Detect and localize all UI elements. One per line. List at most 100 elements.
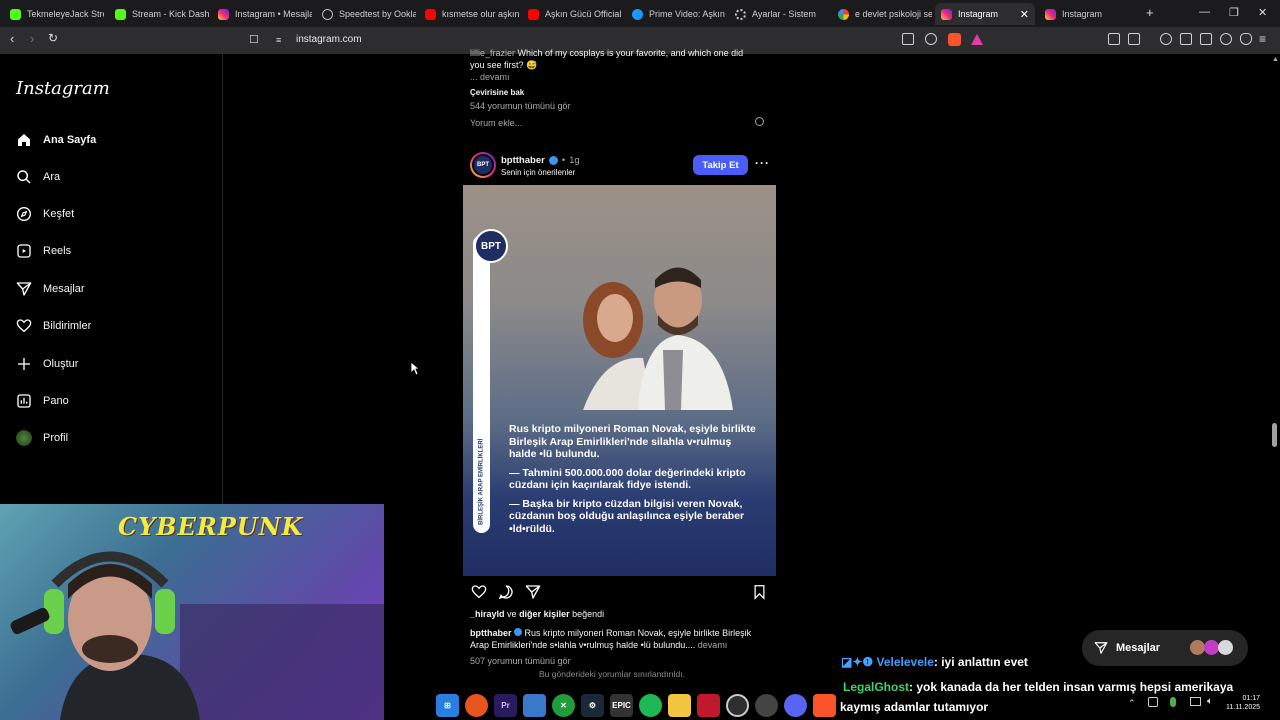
browser-tab[interactable]: Instagram [1039,3,1139,25]
browser-tab-active[interactable]: Instagram ✕ [935,3,1035,25]
desktop-icon[interactable] [523,693,546,717]
messages-pill[interactable]: Mesajlar [1082,630,1248,666]
post-username[interactable]: bptthaber [501,155,545,166]
browser-tab[interactable]: Aşkın Gücü Official [522,3,622,25]
files-icon[interactable] [668,693,691,717]
back-icon[interactable]: ‹ [10,31,14,46]
more-options-icon[interactable]: ··· [755,156,770,170]
close-window-icon[interactable]: ✕ [1258,6,1267,19]
premiere-icon[interactable]: Pr [494,693,517,717]
app-icon[interactable] [697,693,720,717]
post-image[interactable]: BİRLEŞİK ARAP EMİRLİKLERİ BPT Rus kripto… [463,185,776,576]
screenshot-icon[interactable] [1128,33,1140,45]
nav-search[interactable]: Ara [16,169,60,185]
vpn-shield-icon[interactable] [1240,33,1252,45]
menu-icon[interactable]: ≡ [1259,32,1266,46]
brave-shields-icon[interactable] [948,33,961,46]
sidebar-toggle-icon[interactable] [1180,33,1192,45]
post-caption: bptthaber Rus kripto milyoneri Roman Nov… [470,628,752,650]
like-heart-icon[interactable] [471,584,487,600]
taskbar: ⊞ Pr ✕ ⚙ EPIC [436,692,836,718]
save-bookmark-icon[interactable] [752,584,767,600]
tray-expand-icon[interactable]: ⌃ [1128,698,1136,709]
brave-icon[interactable] [813,693,836,717]
browser-tab[interactable]: e devlet psikoloji se [832,3,932,25]
scroll-up-icon[interactable]: ▲ [1272,56,1279,63]
volume-icon[interactable]: 🔈︎ [1207,696,1213,707]
share-icon[interactable] [925,33,937,45]
forward-icon[interactable]: › [30,31,34,46]
nav-profile[interactable]: Profil [16,430,68,446]
extensions-icon[interactable] [1108,33,1120,45]
plus-icon [18,358,30,370]
media-icon[interactable] [1160,33,1172,45]
network-icon[interactable] [1190,697,1201,706]
close-tab-icon[interactable]: ✕ [1020,8,1029,21]
messages-icon [1094,642,1108,654]
nav-explore[interactable]: Keşfet [16,206,74,222]
bookmark-icon[interactable]: ☐ [249,33,259,46]
chat-message: kaymış adamlar tutamıyor [840,700,989,714]
browser-tab[interactable]: Ayarlar - Sistem [729,3,829,25]
instagram-icon [218,8,229,20]
webcam-overlay: CYBERPUNK [0,504,384,720]
browser-tab[interactable]: Stream - Kick Dashb [109,3,209,25]
dashboard-icon [17,394,31,408]
chrome-icon[interactable] [755,693,778,717]
browser-tab[interactable]: Instagram • Mesajla [212,3,312,25]
browser-tab[interactable]: Prime Video: Aşkın [626,3,726,25]
mouse-cursor-icon [410,361,420,376]
instagram-icon [941,8,952,20]
obs-icon[interactable] [726,693,749,717]
tray-app-icon[interactable] [1148,697,1158,707]
epic-icon[interactable]: EPIC [610,693,633,717]
prev-post-more-link[interactable]: ... devamı [470,72,510,82]
verified-badge-icon [548,156,558,165]
avatar [1190,640,1205,655]
chat-message: LegalGhost: yok kanada da her telden ins… [843,680,1234,694]
nav-dashboard[interactable]: Pano [16,393,69,409]
emoji-icon[interactable] [755,117,764,126]
spotify-icon[interactable] [639,693,662,717]
browser-tab-bar: TekmeleyeJack Stre Stream - Kick Dashb I… [0,0,1280,27]
comment-icon[interactable] [498,584,514,600]
prev-post-comments-link[interactable]: 544 yorumun tümünü gör [470,101,571,111]
nav-create[interactable]: Oluştur [16,356,78,372]
steam-icon[interactable]: ⚙ [581,693,604,717]
restore-icon[interactable]: ❐ [1229,6,1239,19]
avatar [1218,640,1233,655]
nav-home[interactable]: Ana Sayfa [16,132,96,148]
reload-icon[interactable]: ↻ [48,31,58,45]
wallet-icon[interactable] [1200,33,1212,45]
translate-link[interactable]: Çevirisine bak [470,88,524,97]
xbox-icon[interactable]: ✕ [552,693,575,717]
brave-rewards-icon[interactable] [971,34,983,45]
site-info-icon[interactable]: ≡ [276,35,281,45]
browser-tab[interactable]: Speedtest by Ookla [316,3,416,25]
discord-icon[interactable] [784,693,807,717]
url-field[interactable]: instagram.com [296,34,362,45]
kick-icon [115,8,126,20]
page-scrollbar[interactable] [1272,56,1278,686]
add-comment-input[interactable]: Yorum ekle... [470,118,522,128]
instagram-logo[interactable]: Instagram [16,78,110,99]
post-comments-link[interactable]: 507 yorumun tümünü gör [470,656,571,666]
couple-photo [583,267,733,410]
firefox-icon[interactable] [465,693,488,717]
browser-tab[interactable]: kısmetse olur aşkın [419,3,519,25]
nav-notifications[interactable]: Bildirimler [16,318,91,334]
follow-button[interactable]: Takip Et [693,155,748,175]
leo-ai-icon[interactable] [1220,33,1232,45]
mic-icon[interactable] [1170,697,1176,707]
nav-messages[interactable]: Mesajlar [16,281,85,297]
nav-reels[interactable]: Reels [16,243,71,259]
share-post-icon[interactable] [525,584,541,600]
browser-tab[interactable]: TekmeleyeJack Stre [4,3,104,25]
post-avatar[interactable]: BPT [470,152,496,178]
minimize-icon[interactable]: — [1199,6,1210,18]
scrollbar-thumb[interactable] [1272,423,1277,447]
windows-icon[interactable]: ⊞ [436,693,459,717]
taskbar-clock[interactable]: 01:17 11.11.2025 [1226,694,1260,712]
new-tab-icon[interactable]: + [1146,5,1154,20]
cast-icon[interactable] [902,33,914,45]
